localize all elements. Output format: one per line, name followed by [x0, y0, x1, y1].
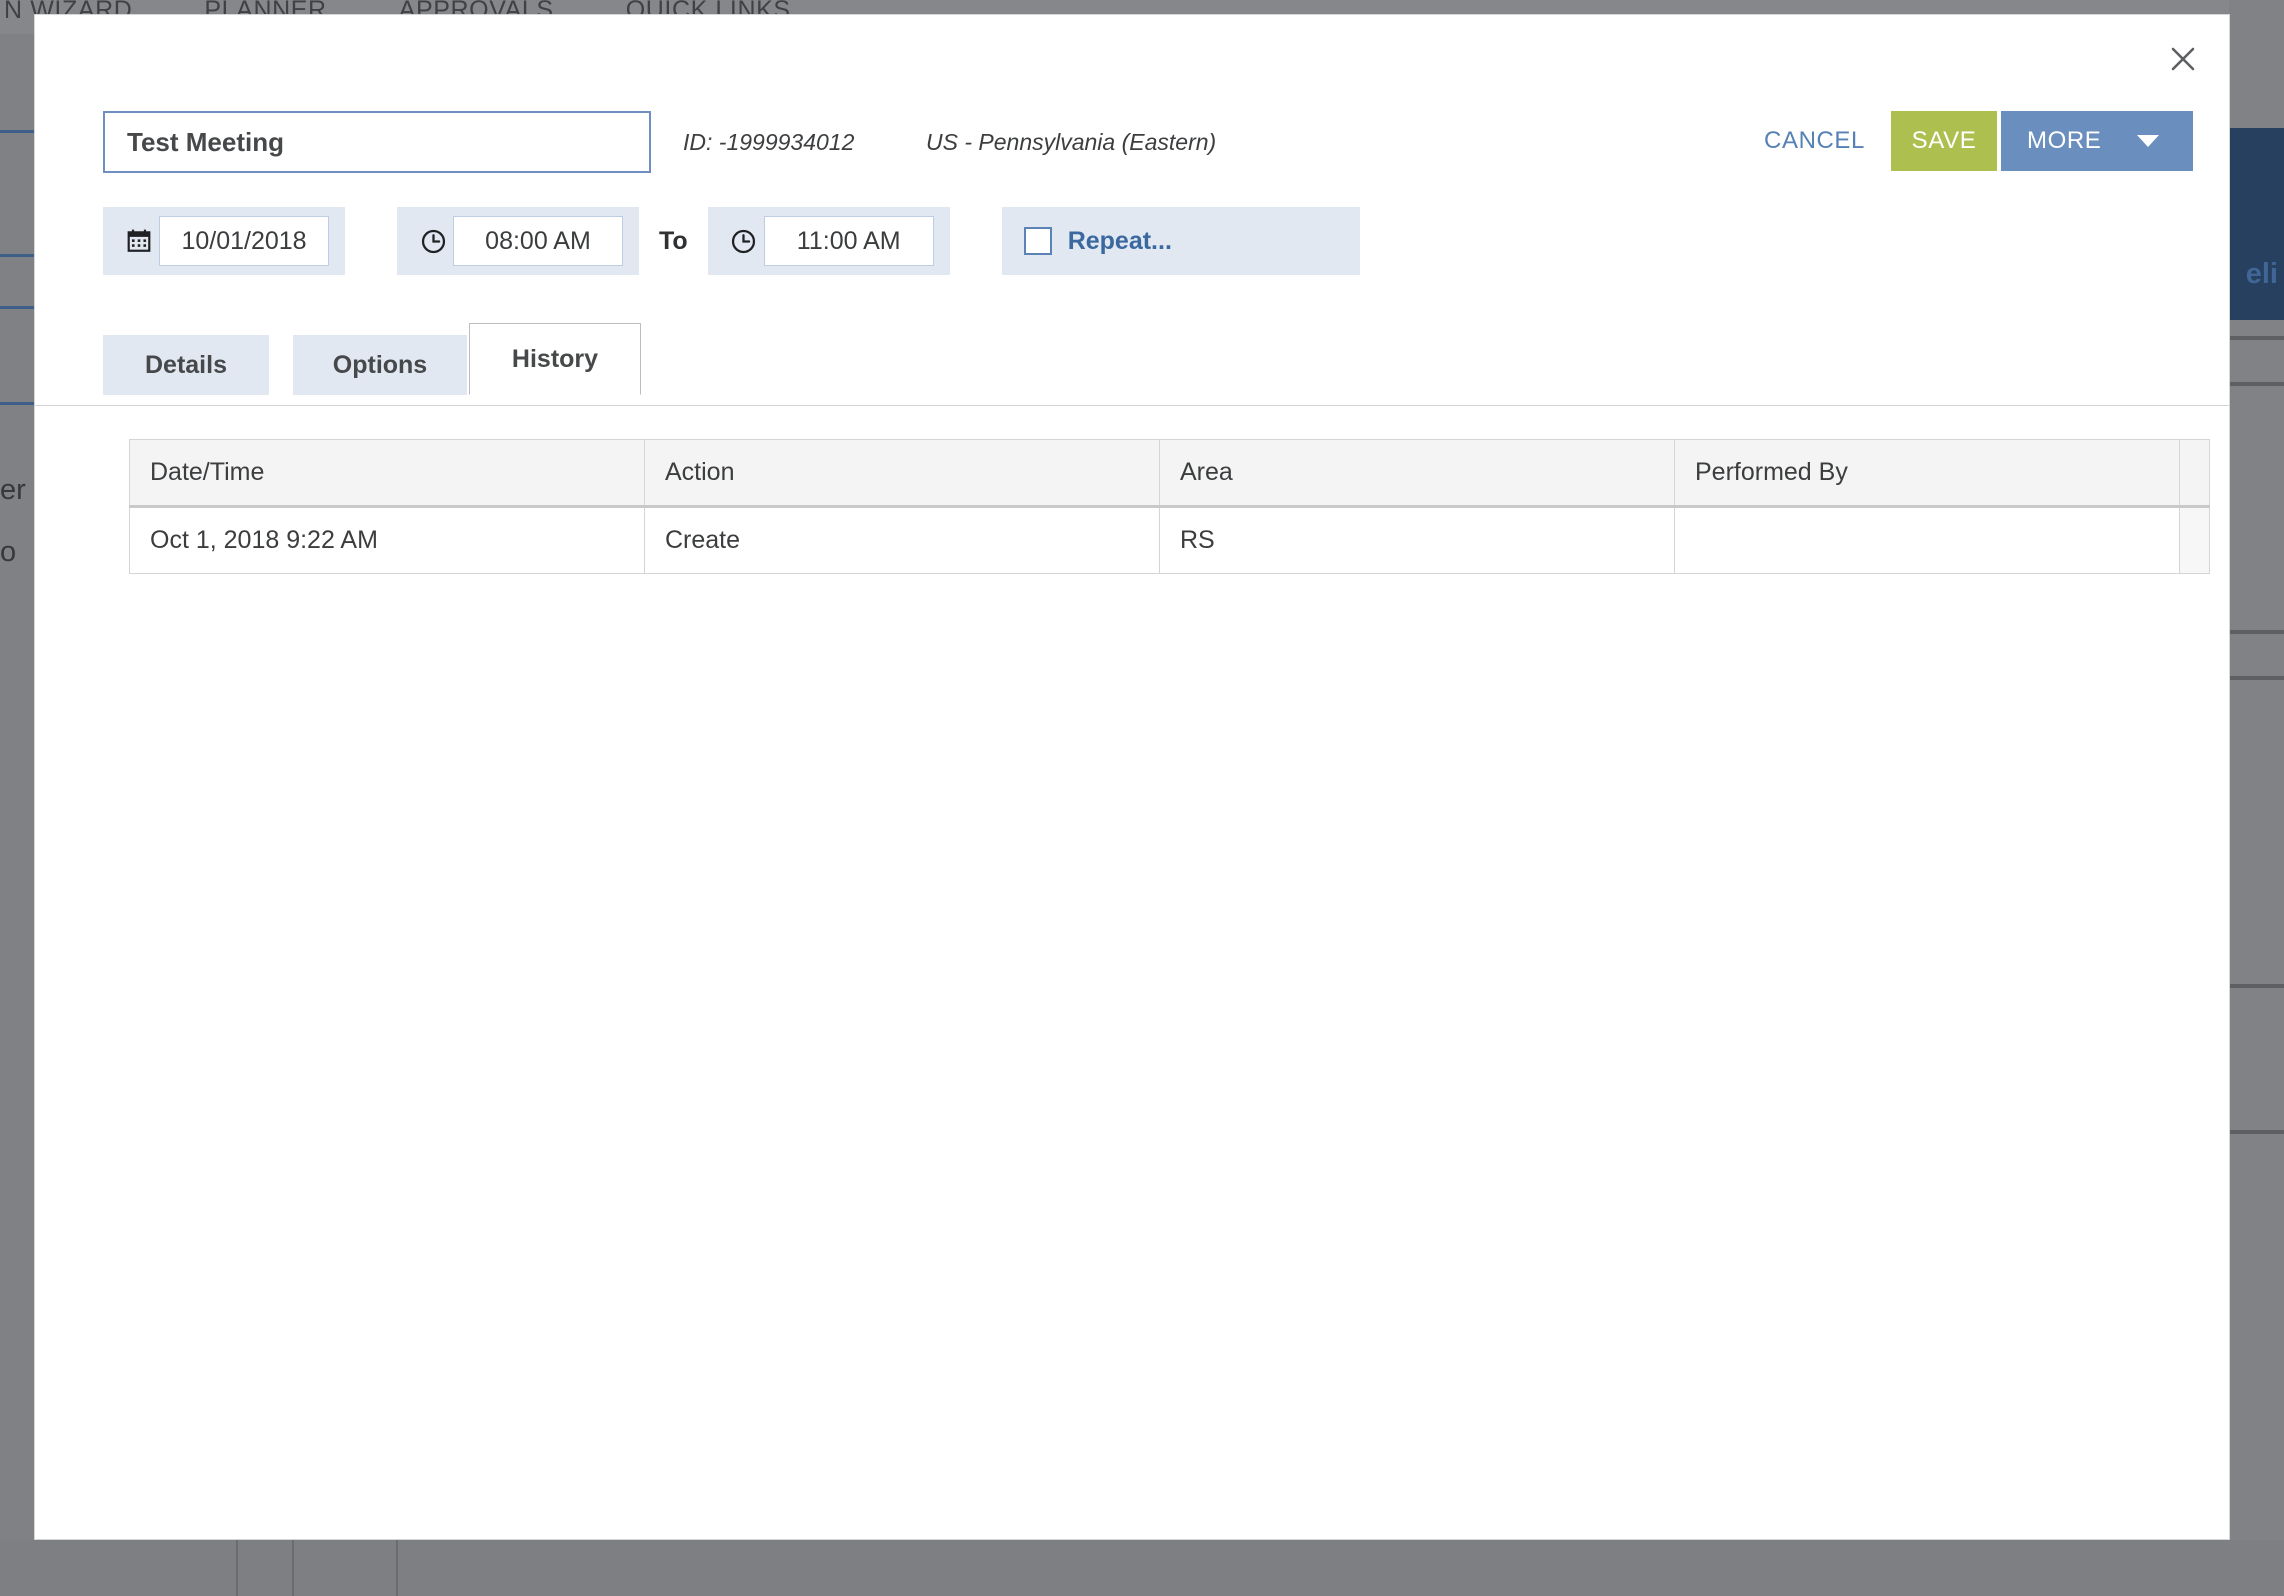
tab-details-label: Details	[145, 350, 227, 379]
tab-details[interactable]: Details	[103, 335, 269, 395]
history-table-container: Date/Time Action Area Performed By Oct 1…	[129, 439, 2210, 574]
tab-history[interactable]: History	[469, 323, 641, 395]
background-divider	[0, 306, 34, 309]
cell-performed-by	[1674, 506, 2180, 574]
background-panel-block	[2229, 128, 2284, 320]
repeat-control[interactable]: Repeat...	[1001, 207, 1360, 275]
chevron-down-icon	[2137, 135, 2159, 147]
background-divider	[2229, 382, 2284, 386]
background-divider	[236, 1540, 238, 1596]
date-group	[103, 207, 345, 275]
background-left-strip: er o	[0, 34, 34, 1596]
repeat-checkbox[interactable]	[1023, 227, 1052, 255]
timezone-label: US - Pennsylvania (Eastern)	[926, 129, 1217, 155]
dialog-action-buttons: CANCEL SAVE MORE	[1738, 111, 2193, 171]
calendar-icon	[119, 228, 159, 254]
background-divider	[2229, 630, 2284, 634]
background-right-strip: eli	[2229, 0, 2284, 1596]
meeting-title-input[interactable]	[103, 111, 651, 173]
history-table: Date/Time Action Area Performed By Oct 1…	[129, 439, 2210, 574]
background-divider	[0, 130, 34, 133]
background-divider	[2229, 336, 2284, 340]
background-divider	[396, 1540, 398, 1596]
spacer	[345, 207, 397, 275]
column-header-area[interactable]: Area	[1159, 439, 1675, 508]
cell-datetime: Oct 1, 2018 9:22 AM	[129, 506, 645, 574]
background-divider	[0, 402, 34, 405]
background-divider	[2229, 676, 2284, 680]
tab-bar: Details Options History	[103, 323, 2229, 395]
clock-icon	[413, 228, 453, 255]
start-time-input[interactable]	[453, 216, 623, 266]
close-icon[interactable]	[2161, 37, 2205, 81]
meeting-id-label: ID: -1999934012	[683, 129, 855, 155]
table-row[interactable]: Oct 1, 2018 9:22 AM Create RS	[129, 506, 2210, 574]
repeat-label: Repeat...	[1067, 226, 1172, 255]
cell-gutter	[2179, 506, 2210, 574]
tab-options[interactable]: Options	[293, 335, 467, 395]
to-label: To	[639, 207, 708, 275]
column-header-datetime[interactable]: Date/Time	[129, 439, 645, 508]
start-time-group	[397, 207, 639, 275]
dialog-header: ID: -1999934012 US - Pennsylvania (Easte…	[71, 111, 2193, 173]
more-button[interactable]: MORE	[2001, 111, 2193, 171]
save-button[interactable]: SAVE	[1891, 111, 1997, 171]
schedule-bar: To Repeat...	[103, 207, 1360, 275]
background-text-fragment: eli	[2245, 258, 2278, 290]
background-text-fragment: er	[0, 474, 26, 506]
more-button-label: MORE	[2027, 127, 2102, 154]
column-header-performed-by[interactable]: Performed By	[1674, 439, 2180, 508]
meeting-dialog: ID: -1999934012 US - Pennsylvania (Easte…	[34, 14, 2230, 1540]
end-time-group	[707, 207, 950, 275]
background-divider	[2229, 984, 2284, 988]
background-divider	[0, 254, 34, 257]
background-text-fragment: o	[0, 536, 17, 568]
background-divider	[2229, 1130, 2284, 1134]
cancel-button[interactable]: CANCEL	[1738, 111, 1891, 171]
tab-options-label: Options	[332, 350, 428, 379]
column-header-action[interactable]: Action	[644, 439, 1160, 508]
cell-area: RS	[1159, 506, 1675, 574]
spacer	[949, 207, 1002, 275]
end-time-input[interactable]	[763, 216, 934, 266]
tab-underline	[35, 405, 2229, 406]
tab-history-label: History	[511, 344, 599, 373]
cell-action: Create	[644, 506, 1160, 574]
start-date-input[interactable]	[159, 216, 329, 266]
column-header-gutter	[2179, 439, 2210, 508]
background-bottom-strip	[0, 1540, 2284, 1596]
clock-icon	[724, 228, 764, 255]
background-divider	[292, 1540, 294, 1596]
table-header-row: Date/Time Action Area Performed By	[129, 439, 2210, 508]
